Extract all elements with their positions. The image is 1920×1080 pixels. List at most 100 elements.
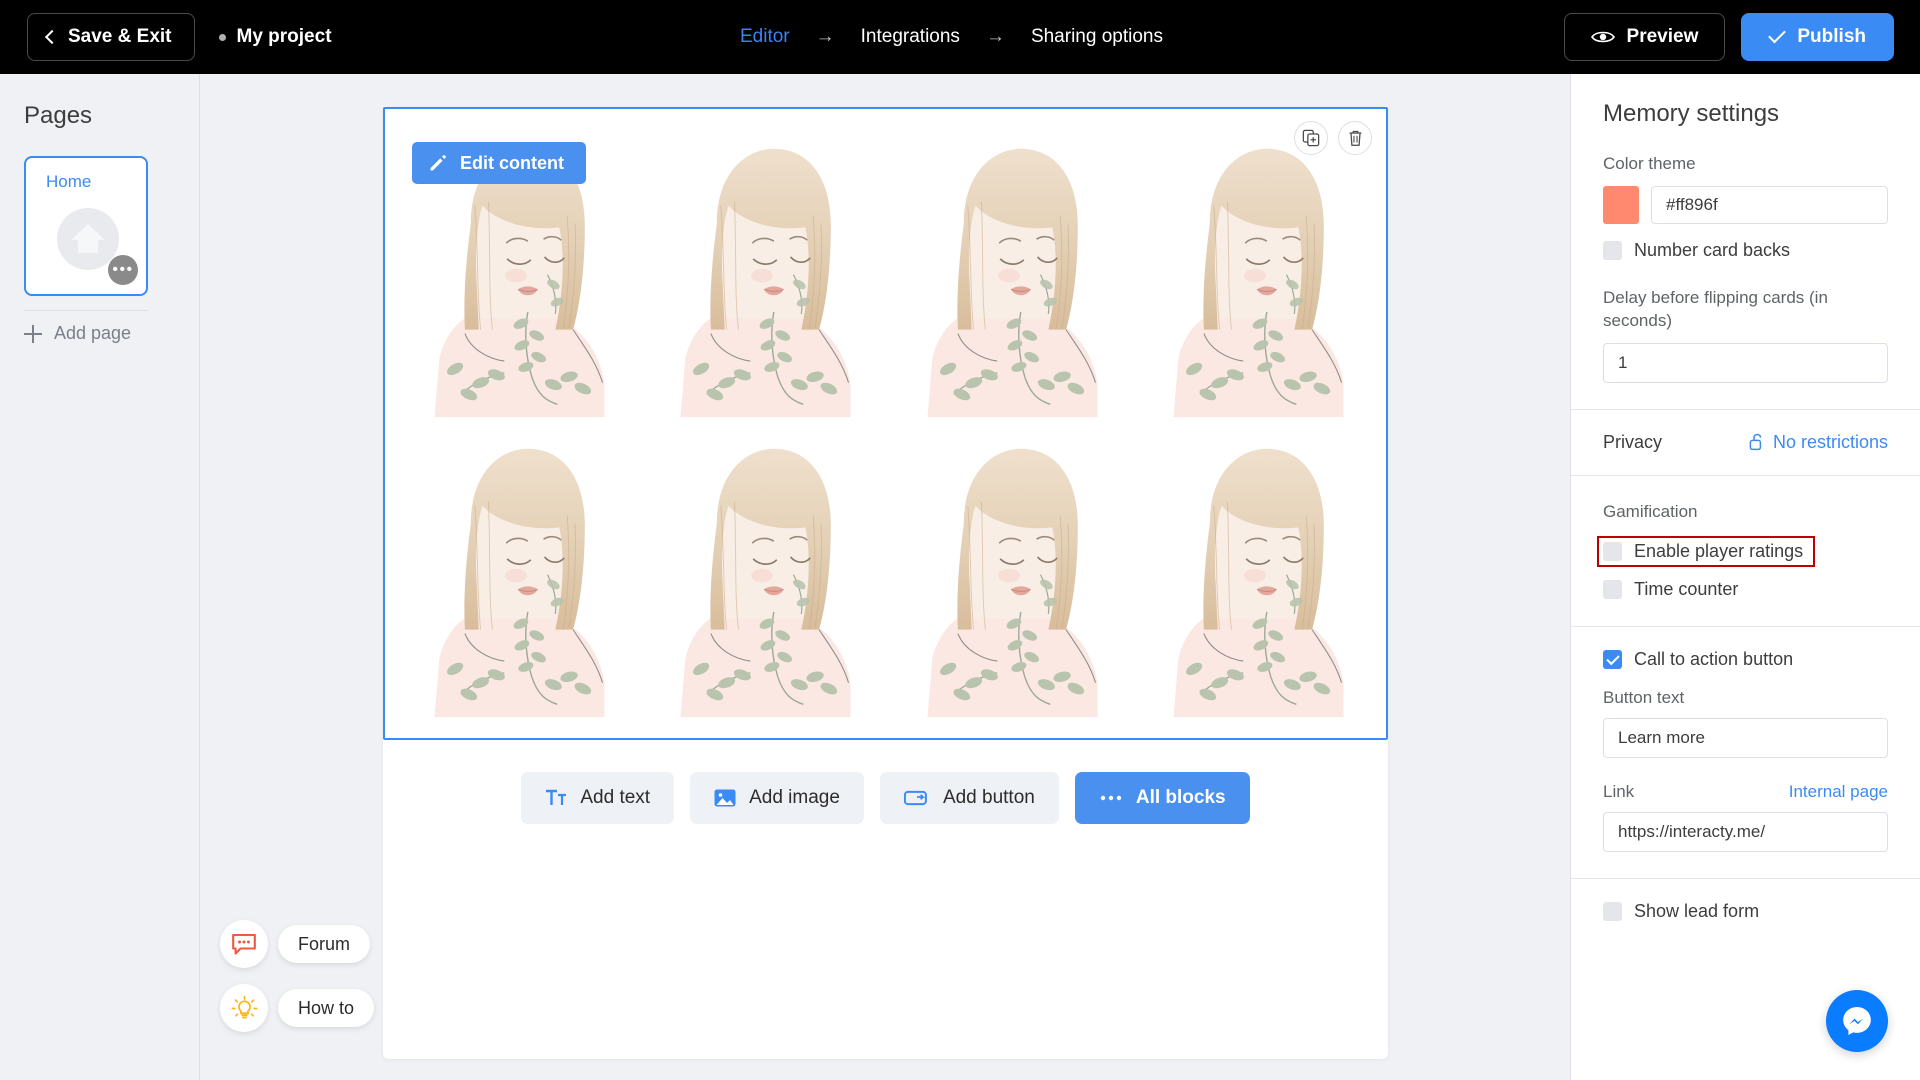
enable-player-ratings-row[interactable]: Enable player ratings	[1597, 535, 1816, 567]
add-text-button[interactable]: Add text	[521, 772, 675, 824]
arrow-right-icon: →	[985, 26, 1005, 47]
step-editor[interactable]: Editor	[740, 26, 790, 48]
enable-player-ratings-label: Enable player ratings	[1634, 540, 1804, 561]
cta-section: Call to action button Button text Link I…	[1571, 649, 1920, 852]
helper-buttons: Forum How to	[220, 904, 375, 1032]
privacy-value-link[interactable]: No restrictions	[1749, 432, 1888, 453]
delete-block-button[interactable]	[1338, 121, 1372, 155]
button-text-input[interactable]	[1603, 717, 1888, 758]
lead-form-section: Show lead form	[1571, 901, 1920, 922]
memory-card[interactable]	[641, 129, 887, 429]
add-page-label: Add page	[54, 323, 132, 343]
show-lead-form-row[interactable]: Show lead form	[1603, 901, 1888, 922]
forum-label[interactable]: Forum	[278, 925, 371, 963]
add-image-button[interactable]: Add image	[690, 772, 864, 824]
show-lead-form-label: Show lead form	[1634, 900, 1760, 921]
panel-divider	[1571, 474, 1920, 476]
link-row: Link Internal page	[1603, 782, 1888, 802]
time-counter-checkbox[interactable]	[1603, 579, 1622, 599]
link-input[interactable]	[1603, 811, 1888, 852]
publish-button[interactable]: Publish	[1741, 13, 1894, 61]
number-card-backs-checkbox[interactable]	[1603, 241, 1622, 260]
time-counter-label: Time counter	[1634, 578, 1739, 599]
project-name-chip[interactable]: My project	[218, 26, 332, 48]
time-counter-row[interactable]: Time counter	[1603, 579, 1888, 600]
ellipsis-icon	[1100, 795, 1122, 801]
pages-title: Pages	[24, 102, 93, 129]
sidebar-page-home[interactable]: Home •••	[24, 156, 148, 296]
color-theme-row	[1603, 186, 1888, 224]
memory-card[interactable]	[641, 429, 887, 729]
messenger-chat-button[interactable]	[1826, 990, 1888, 1052]
project-name: My project	[236, 26, 332, 47]
delay-label: Delay before flipping cards (in seconds)	[1603, 288, 1828, 330]
color-theme-label: Color theme	[1603, 154, 1696, 173]
edit-content-label: Edit content	[460, 152, 564, 173]
color-theme-section: Color theme Number card backs Delay befo…	[1571, 154, 1920, 383]
number-card-backs-row[interactable]: Number card backs	[1603, 240, 1888, 261]
number-card-backs-label: Number card backs	[1634, 240, 1791, 260]
all-blocks-button[interactable]: All blocks	[1074, 772, 1250, 824]
gamification-section: Gamification Enable player ratings Time …	[1571, 502, 1920, 600]
workflow-steps: Editor → Integrations → Sharing options	[740, 0, 1163, 74]
button-text-label: Button text	[1603, 687, 1685, 707]
internal-page-link[interactable]: Internal page	[1789, 782, 1888, 802]
add-image-label: Add image	[749, 787, 840, 808]
chat-bubble-icon[interactable]	[220, 920, 268, 968]
sidebar-divider	[24, 310, 148, 311]
cta-row[interactable]: Call to action button	[1603, 649, 1888, 670]
memory-game-block[interactable]: Edit content	[383, 107, 1388, 740]
privacy-label: Privacy	[1603, 431, 1663, 452]
image-icon	[714, 789, 736, 807]
all-blocks-label: All blocks	[1135, 787, 1226, 808]
how-to-label[interactable]: How to	[278, 989, 375, 1027]
step-sharing-options[interactable]: Sharing options	[1031, 26, 1163, 48]
privacy-row: Privacy No restrictions	[1571, 410, 1920, 475]
check-icon	[1768, 25, 1787, 44]
duplicate-block-button[interactable]	[1294, 121, 1328, 155]
add-blocks-toolbar: Add text Add image Add button All blocks	[383, 772, 1388, 824]
memory-card[interactable]	[1134, 129, 1380, 429]
chevron-left-icon	[44, 29, 60, 45]
button-icon	[903, 790, 927, 806]
preview-button[interactable]: Preview	[1563, 13, 1726, 61]
how-to-helper[interactable]: How to	[220, 984, 375, 1032]
delay-input[interactable]	[1603, 342, 1888, 383]
pencil-icon	[430, 155, 446, 171]
memory-card[interactable]	[1134, 429, 1380, 729]
eye-icon	[1590, 31, 1615, 43]
memory-card[interactable]	[888, 129, 1134, 429]
show-lead-form-checkbox[interactable]	[1603, 901, 1622, 921]
arrow-right-icon: →	[815, 26, 835, 47]
edit-content-button[interactable]: Edit content	[412, 142, 586, 184]
top-bar: Save & Exit My project Editor → Integrat…	[0, 0, 1920, 74]
cta-label: Call to action button	[1634, 648, 1794, 669]
trash-icon	[1349, 130, 1361, 146]
lightbulb-icon[interactable]	[220, 984, 268, 1032]
memory-card[interactable]	[888, 429, 1134, 729]
messenger-icon	[1843, 1007, 1871, 1035]
duplicate-icon	[1302, 129, 1320, 147]
memory-card[interactable]	[395, 429, 641, 729]
add-button-button[interactable]: Add button	[879, 772, 1059, 824]
link-label: Link	[1603, 781, 1635, 801]
page-sheet: Edit content Add text Add image Add butt…	[383, 107, 1388, 1059]
publish-label: Publish	[1797, 26, 1866, 47]
save-and-exit-label: Save & Exit	[68, 26, 172, 47]
add-page-button[interactable]: Add page	[24, 323, 199, 344]
top-bar-actions: Preview Publish	[1563, 0, 1894, 74]
block-tools	[1294, 121, 1372, 155]
editor-canvas-area: Edit content Add text Add image Add butt…	[200, 74, 1570, 1080]
unlock-icon	[1749, 434, 1762, 451]
forum-helper[interactable]: Forum	[220, 920, 374, 968]
save-and-exit-button[interactable]: Save & Exit	[27, 13, 195, 61]
color-swatch[interactable]	[1603, 186, 1639, 224]
enable-player-ratings-checkbox[interactable]	[1603, 541, 1622, 561]
settings-panel: Memory settings Color theme Number card …	[1570, 74, 1920, 1080]
page-menu-button[interactable]: •••	[108, 255, 138, 285]
color-hex-input[interactable]	[1651, 186, 1888, 224]
cta-checkbox[interactable]	[1603, 649, 1622, 669]
panel-divider	[1571, 877, 1920, 879]
step-integrations[interactable]: Integrations	[861, 26, 960, 48]
settings-title: Memory settings	[1603, 100, 1780, 127]
